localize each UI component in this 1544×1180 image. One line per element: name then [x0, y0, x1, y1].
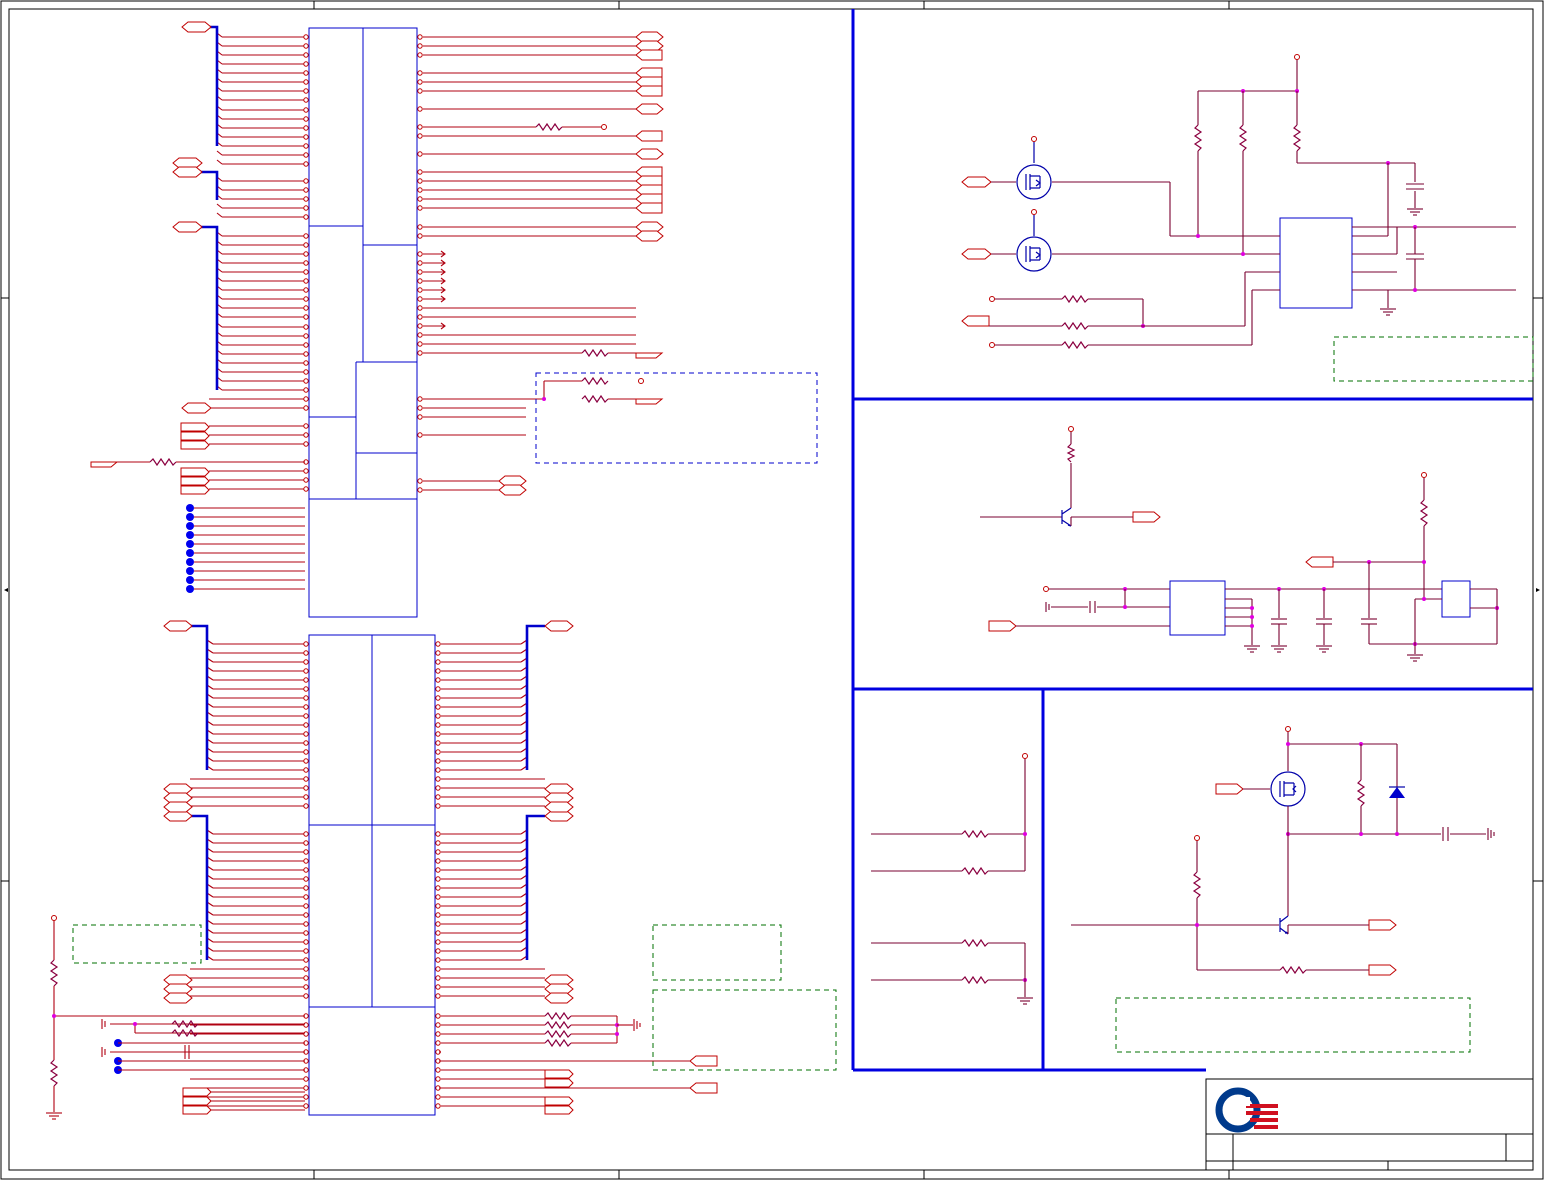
drawing-frame [0, 0, 1544, 1180]
note-box-mid-lower [652, 989, 837, 1071]
regulator-block [980, 426, 1499, 662]
note-box-upper-right [1333, 336, 1534, 382]
pin [303, 34, 309, 40]
pin [303, 107, 309, 113]
pin [303, 43, 309, 49]
pin [303, 360, 309, 366]
pin [303, 378, 309, 384]
pin [303, 296, 309, 302]
pin [303, 233, 309, 239]
pin [303, 351, 309, 357]
note-box-blue [535, 372, 818, 464]
series-resistor-r1 [117, 457, 305, 467]
pin [303, 441, 309, 447]
pin [303, 187, 309, 193]
note-box-left [72, 924, 202, 964]
power-switch-block [1071, 726, 1495, 976]
pin [303, 369, 309, 375]
note-box-lower-right [1115, 997, 1471, 1053]
connector-upper-right-pins [417, 34, 636, 493]
pin [303, 396, 309, 402]
pin [303, 486, 309, 492]
pin [303, 242, 309, 248]
no-connect-dots-upper [186, 504, 305, 593]
pin [303, 423, 309, 429]
section-dividers [851, 9, 1533, 1072]
pin [303, 324, 309, 330]
connector-upper [308, 27, 418, 618]
pin [303, 70, 309, 76]
connector-lower [308, 634, 436, 1116]
connector-upper-left-pins [209, 32, 309, 492]
pin [303, 287, 309, 293]
pin [303, 152, 309, 158]
bus-ports-upper [90, 21, 212, 495]
pin [303, 178, 309, 184]
pin [303, 432, 309, 438]
pin [303, 260, 309, 266]
pin [303, 97, 309, 103]
note-box-mid [652, 924, 782, 981]
series-resistors-upper-right [535, 122, 644, 404]
pin [303, 125, 309, 131]
connector-lower-ports [163, 620, 574, 1004]
pin [303, 387, 309, 393]
pin [303, 269, 309, 275]
pin [303, 251, 309, 257]
schematic-sheet [0, 0, 1544, 1180]
pin [303, 143, 309, 149]
pin [303, 477, 309, 483]
pin [303, 314, 309, 320]
connector-upper-ports [498, 31, 664, 496]
bus-lines-lower [188, 624, 545, 960]
pin [303, 205, 309, 211]
pin [303, 61, 309, 67]
mosfet-switch-block [961, 54, 1516, 350]
connector-lower-pins [190, 639, 545, 1109]
pin [303, 52, 309, 58]
pin [303, 116, 309, 122]
pin [303, 305, 309, 311]
pin [303, 342, 309, 348]
bus-lines-upper [200, 25, 219, 390]
pin [303, 196, 309, 202]
pin [303, 405, 309, 411]
pin [303, 278, 309, 284]
resistor-pack-lower-right [439, 1011, 718, 1115]
company-logo [1215, 1087, 1278, 1133]
pin [303, 134, 309, 140]
pin [303, 333, 309, 339]
pin [303, 214, 309, 220]
pin [303, 468, 309, 474]
pin [303, 79, 309, 85]
pin [303, 88, 309, 94]
resistor-ladder-block [871, 753, 1033, 1005]
pin [303, 161, 309, 167]
